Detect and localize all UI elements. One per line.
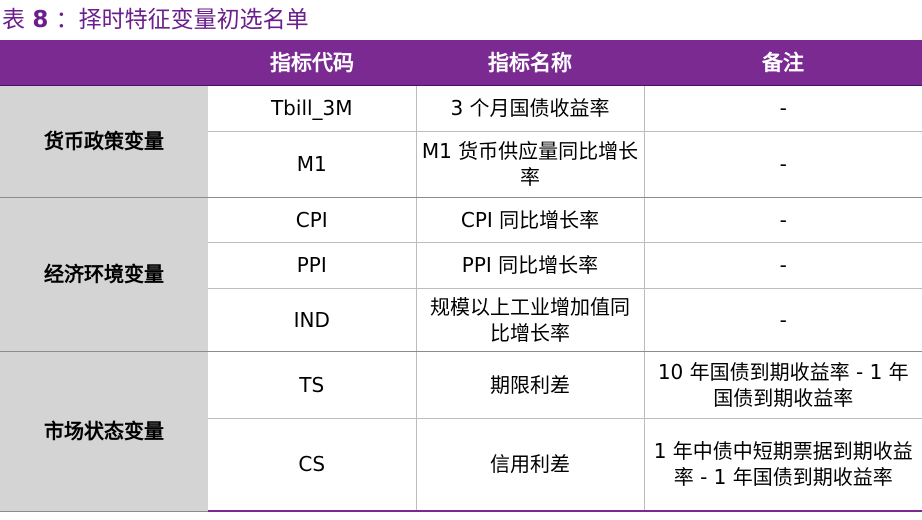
cell-name: 信用利差 (416, 418, 645, 512)
cell-code: TS (208, 351, 417, 419)
cell-code: CS (208, 418, 417, 512)
cell-note: - (644, 131, 922, 198)
table-caption: 表 8 ：择时特征变量初选名单 (2, 5, 309, 35)
cell-note: 10 年国债到期收益率 - 1 年国债到期收益率 (644, 351, 922, 419)
cell-name: 规模以上工业增加值同比增长率 (416, 288, 645, 352)
cell-name: 3 个月国债收益率 (416, 85, 645, 132)
group-label-monetary: 货币政策变量 (0, 85, 208, 198)
cell-name: PPI 同比增长率 (416, 242, 645, 289)
cell-code: IND (208, 288, 417, 352)
header-row: 指标代码 指标名称 备注 (0, 40, 922, 86)
variables-table: 指标代码 指标名称 备注 货币政策变量 Tbill_3M 3 个月国债收益率 -… (0, 40, 922, 512)
caption-number: 8 (32, 7, 49, 33)
cell-name: CPI 同比增长率 (416, 197, 645, 243)
cell-note: 1 年中债中短期票据到期收益率 - 1 年国债到期收益率 (644, 418, 922, 512)
header-code: 指标代码 (208, 40, 416, 86)
cell-note: - (644, 288, 922, 352)
table-row: 货币政策变量 Tbill_3M 3 个月国债收益率 - (0, 85, 922, 198)
cell-name: 期限利差 (416, 351, 645, 419)
cell-name: M1 货币供应量同比增长率 (416, 131, 645, 198)
table-row: 市场状态变量 TS 期限利差 10 年国债到期收益率 - 1 年国债到期收益率 (0, 351, 922, 512)
group-label-economic: 经济环境变量 (0, 197, 208, 352)
cell-note: - (644, 85, 922, 132)
caption-text: ：择时特征变量初选名单 (55, 7, 309, 33)
caption-prefix: 表 (2, 7, 25, 33)
table-row: 经济环境变量 CPI CPI 同比增长率 - (0, 197, 922, 352)
header-note: 备注 (644, 40, 922, 86)
cell-note: - (644, 242, 922, 289)
cell-code: M1 (208, 131, 417, 198)
header-group-cell (0, 40, 208, 86)
cell-note: - (644, 197, 922, 243)
group-label-market: 市场状态变量 (0, 351, 208, 512)
cell-code: PPI (208, 242, 417, 289)
header-name: 指标名称 (416, 40, 644, 86)
cell-code: CPI (208, 197, 417, 243)
cell-code: Tbill_3M (208, 85, 417, 132)
